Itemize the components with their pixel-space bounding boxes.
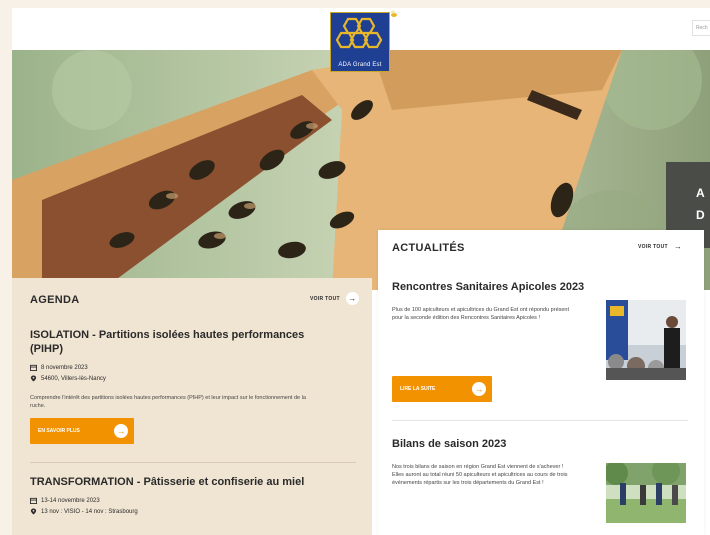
news-see-all-link[interactable]: VOIR TOUT → (638, 242, 682, 251)
news-item-description: Plus de 100 apiculteurs et apicultrices … (392, 307, 570, 321)
event-date: 8 novembre 2023 (30, 364, 372, 371)
event-date-text: 13-14 novembre 2023 (41, 497, 100, 504)
bee-icon (391, 10, 397, 17)
news-item-description: Nos trois bilans de saison en région Gra… (392, 464, 568, 486)
location-pin-icon (30, 508, 37, 515)
news-item-body: Plus de 100 apiculteurs et apicultrices … (392, 300, 704, 380)
location-pin-icon (30, 375, 37, 382)
logo-text: ADA Grand Est (338, 62, 382, 68)
news-divider (392, 420, 688, 421)
news-item-photo[interactable] (606, 300, 686, 380)
search-input[interactable]: Rech (692, 20, 710, 36)
news-item-body: Nos trois bilans de saison en région Gra… (392, 463, 704, 523)
arrow-right-icon: → (472, 382, 486, 396)
agenda-see-all-link[interactable]: VOIR TOUT → (310, 292, 359, 305)
calendar-icon (30, 364, 37, 371)
arrow-right-icon: → (345, 292, 359, 305)
honeycomb-logo-icon (335, 17, 383, 49)
page: Rech ADA Grand Est A D AGENDA VOIR TOUT … (12, 8, 710, 535)
arrow-right-icon: → (673, 242, 683, 251)
arrow-right-icon: → (114, 424, 128, 438)
event-read-more-button[interactable]: EN SAVOIR PLUS → (30, 418, 134, 444)
news-item-photo[interactable] (606, 463, 686, 523)
event-location: 54600, Villers-lès-Nancy (30, 375, 372, 382)
news-section: ACTUALITÉS VOIR TOUT → Rencontres Sanita… (378, 230, 704, 535)
site-logo[interactable]: ADA Grand Est (330, 12, 390, 72)
event-date: 13-14 novembre 2023 (30, 497, 372, 504)
news-item-title[interactable]: Rencontres Sanitaires Apicoles 2023 (392, 280, 704, 294)
hero-slide-text-2: D (696, 208, 705, 222)
agenda-section: AGENDA VOIR TOUT → ISOLATION - Partition… (12, 278, 372, 535)
event-date-text: 8 novembre 2023 (41, 364, 88, 371)
calendar-icon (30, 497, 37, 504)
news-see-all-label: VOIR TOUT (638, 243, 668, 250)
agenda-see-all-label: VOIR TOUT (310, 295, 340, 302)
news-item-title[interactable]: Bilans de saison 2023 (392, 437, 704, 451)
event-location: 13 nov : VISIO - 14 nov : Strasbourg (30, 508, 372, 515)
event-location-text: 54600, Villers-lès-Nancy (41, 375, 106, 382)
event-read-more-label: EN SAVOIR PLUS (38, 428, 80, 434)
hero-slide-text-1: A (696, 186, 705, 200)
event-title[interactable]: ISOLATION - Partitions isolées hautes pe… (30, 328, 330, 356)
event-title[interactable]: TRANSFORMATION - Pâtisserie et confiseri… (30, 475, 330, 489)
agenda-divider (30, 462, 356, 463)
event-description: Comprendre l'intérêt des partitions isol… (30, 395, 306, 409)
event-location-text: 13 nov : VISIO - 14 nov : Strasbourg (41, 508, 138, 515)
news-read-more-label: LIRE LA SUITE (400, 386, 436, 392)
